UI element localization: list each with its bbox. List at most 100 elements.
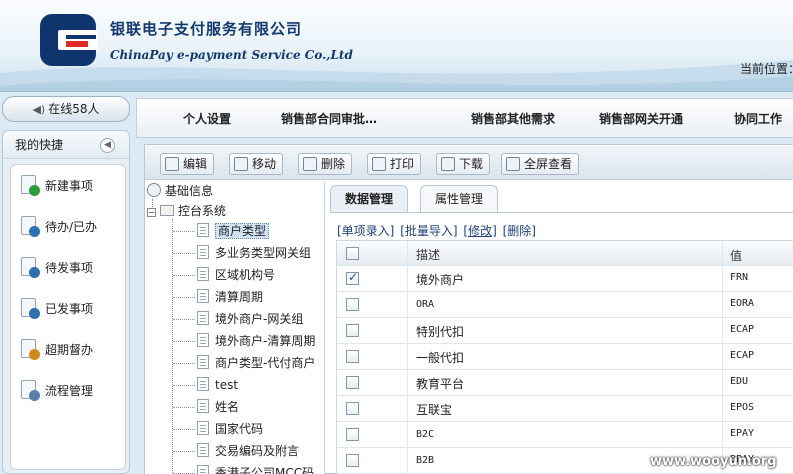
quick-panel-header: 我的快捷 ◀ (3, 131, 129, 159)
tree-item-label: 商户类型 (215, 223, 270, 239)
quick-item-sent[interactable]: 已发事项 (11, 288, 125, 329)
nav-item-gateway-open[interactable]: 销售部网关开通 (599, 110, 683, 127)
row-checkbox[interactable] (346, 376, 359, 389)
tree-item[interactable]: 国家代码 (197, 419, 263, 439)
cell-value: ECAP (730, 324, 755, 335)
quick-item-label: 待发事项 (45, 261, 94, 275)
delete-button[interactable]: 删除 (298, 153, 353, 175)
fullscreen-button-label: 全屏查看 (524, 157, 573, 171)
document-icon (197, 421, 209, 435)
quick-item-flow[interactable]: 流程管理 (11, 370, 125, 411)
cell-value: FRN (730, 272, 749, 283)
tree-item-label: 境外商户-清算周期 (215, 334, 316, 348)
tree-group[interactable]: − 控台系统 (147, 201, 226, 221)
quick-item-new[interactable]: 新建事项 (11, 165, 125, 206)
move-icon (234, 157, 248, 171)
category-tree: 基础信息 − 控台系统 商户类型多业务类型网关组区域机构号 清算周期 境外商户-网关组… (145, 181, 325, 474)
row-checkbox[interactable] (346, 350, 359, 363)
tree-item[interactable]: 姓名 (197, 397, 239, 417)
document-icon (197, 355, 209, 369)
edit-button[interactable]: 编辑 (160, 153, 215, 175)
modify-link[interactable]: [修改] (463, 224, 496, 238)
select-all-checkbox[interactable] (346, 247, 359, 260)
quick-item-label: 已发事项 (45, 302, 94, 316)
document-icon (197, 245, 209, 259)
table-row[interactable]: 特别代扣 ECAP (337, 318, 793, 344)
grid-header-row: 描述 值 (337, 240, 793, 267)
tree-item[interactable]: 商户类型 (197, 221, 270, 241)
document-icon (197, 377, 209, 391)
quick-item-label: 待办/已办 (45, 220, 98, 234)
table-row[interactable]: 教育平台 EDU (337, 370, 793, 396)
row-checkbox[interactable] (346, 270, 359, 285)
document-icon (197, 311, 209, 325)
nav-item-other-requests[interactable]: 销售部其他需求 (471, 110, 555, 127)
document-icon (197, 223, 209, 237)
print-button-label: 打印 (390, 157, 415, 171)
fullscreen-button[interactable]: 全屏查看 (501, 153, 580, 175)
quick-item-overdue[interactable]: 超期督办 (11, 329, 125, 370)
nav-item-personal-settings[interactable]: 个人设置 (183, 110, 231, 127)
column-header-description[interactable]: 描述 (416, 246, 440, 263)
quick-item-pending-send[interactable]: 待发事项 (11, 247, 125, 288)
collapse-left-icon[interactable]: ◀ (100, 138, 115, 153)
row-checkbox[interactable] (346, 298, 359, 311)
tree-item[interactable]: 香港子公司MCC码 (197, 463, 314, 474)
tree-item[interactable]: test (197, 375, 238, 395)
table-row[interactable]: 互联宝 EPOS (337, 396, 793, 422)
tree-item[interactable]: 清算周期 (197, 287, 263, 307)
cell-value: EPAY (730, 428, 755, 439)
document-icon (197, 267, 209, 281)
tree-item[interactable]: 区域机构号 (197, 265, 275, 285)
cell-description: ORA (416, 299, 435, 310)
row-checkbox[interactable] (346, 402, 359, 415)
batch-import-link[interactable]: [批量导入] (400, 224, 457, 238)
speaker-icon: ◀) (32, 103, 46, 116)
table-row[interactable]: 境外商户 FRN (337, 266, 793, 292)
flow-icon (19, 379, 41, 403)
column-header-value[interactable]: 值 (730, 247, 742, 264)
row-checkbox[interactable] (346, 428, 359, 441)
row-checkbox[interactable] (346, 324, 359, 337)
tree-item[interactable]: 境外商户-清算周期 (197, 331, 315, 351)
tree-item-label: 多业务类型网关组 (215, 246, 312, 260)
top-navigation: 个人设置 销售部合同审批… 销售部其他需求 销售部网关开通 协同工作 (136, 98, 793, 138)
online-users-label: 在线58人 (48, 102, 100, 116)
download-icon (441, 157, 455, 171)
warning-icon (19, 338, 41, 362)
tree-item[interactable]: 交易编码及附言 (197, 441, 299, 461)
tree-root-label: 基础信息 (165, 184, 214, 198)
nav-item-contract-approval[interactable]: 销售部合同审批… (281, 110, 377, 127)
quick-item-todo[interactable]: 待办/已办 (11, 206, 125, 247)
tree-item-label: 交易编码及附言 (215, 444, 300, 458)
toolbar: 编辑 移动 删除 打印 下载 全屏查看 (145, 146, 793, 180)
tree-item[interactable]: 境外商户-网关组 (197, 309, 303, 329)
folder-icon (160, 205, 174, 216)
table-row[interactable]: B2C EPAY (337, 422, 793, 448)
tree-root[interactable]: 基础信息 (147, 181, 213, 201)
single-entry-link[interactable]: [单项录入] (337, 224, 394, 238)
fullscreen-icon (506, 157, 520, 171)
table-row[interactable]: 一般代扣 ECAP (337, 344, 793, 370)
tree-item-label: test (215, 378, 239, 392)
quick-item-label: 新建事项 (45, 179, 94, 193)
table-row[interactable]: ORA EORA (337, 292, 793, 318)
nav-item-collaboration[interactable]: 协同工作 (734, 110, 782, 127)
tree-item[interactable]: 商户类型-代付商户 (197, 353, 315, 373)
data-grid: 描述 值 境外商户 FRN ORA EORA 特别代扣 ECAP 一般代扣 ECAP 教育平台 E… (336, 240, 793, 474)
tree-item-label: 国家代码 (215, 422, 264, 436)
quick-panel: 我的快捷 ◀ 新建事项 待办/已办 待发事项 已发事项 超期督办 流程管理 (2, 130, 130, 474)
delete-link[interactable]: [删除] (503, 224, 536, 238)
tab-attribute-management[interactable]: 属性管理 (420, 185, 499, 213)
move-button[interactable]: 移动 (229, 153, 284, 175)
cell-value: EDU (730, 376, 749, 387)
print-button[interactable]: 打印 (367, 153, 422, 175)
tab-data-management[interactable]: 数据管理 (330, 185, 409, 213)
download-button[interactable]: 下载 (436, 153, 491, 175)
online-users-button[interactable]: ◀) 在线58人 (2, 96, 130, 122)
edit-icon (165, 157, 179, 171)
row-checkbox[interactable] (346, 454, 359, 467)
tree-item[interactable]: 多业务类型网关组 (197, 243, 311, 263)
tree-collapse-icon[interactable]: − (147, 208, 156, 217)
document-icon (197, 399, 209, 413)
